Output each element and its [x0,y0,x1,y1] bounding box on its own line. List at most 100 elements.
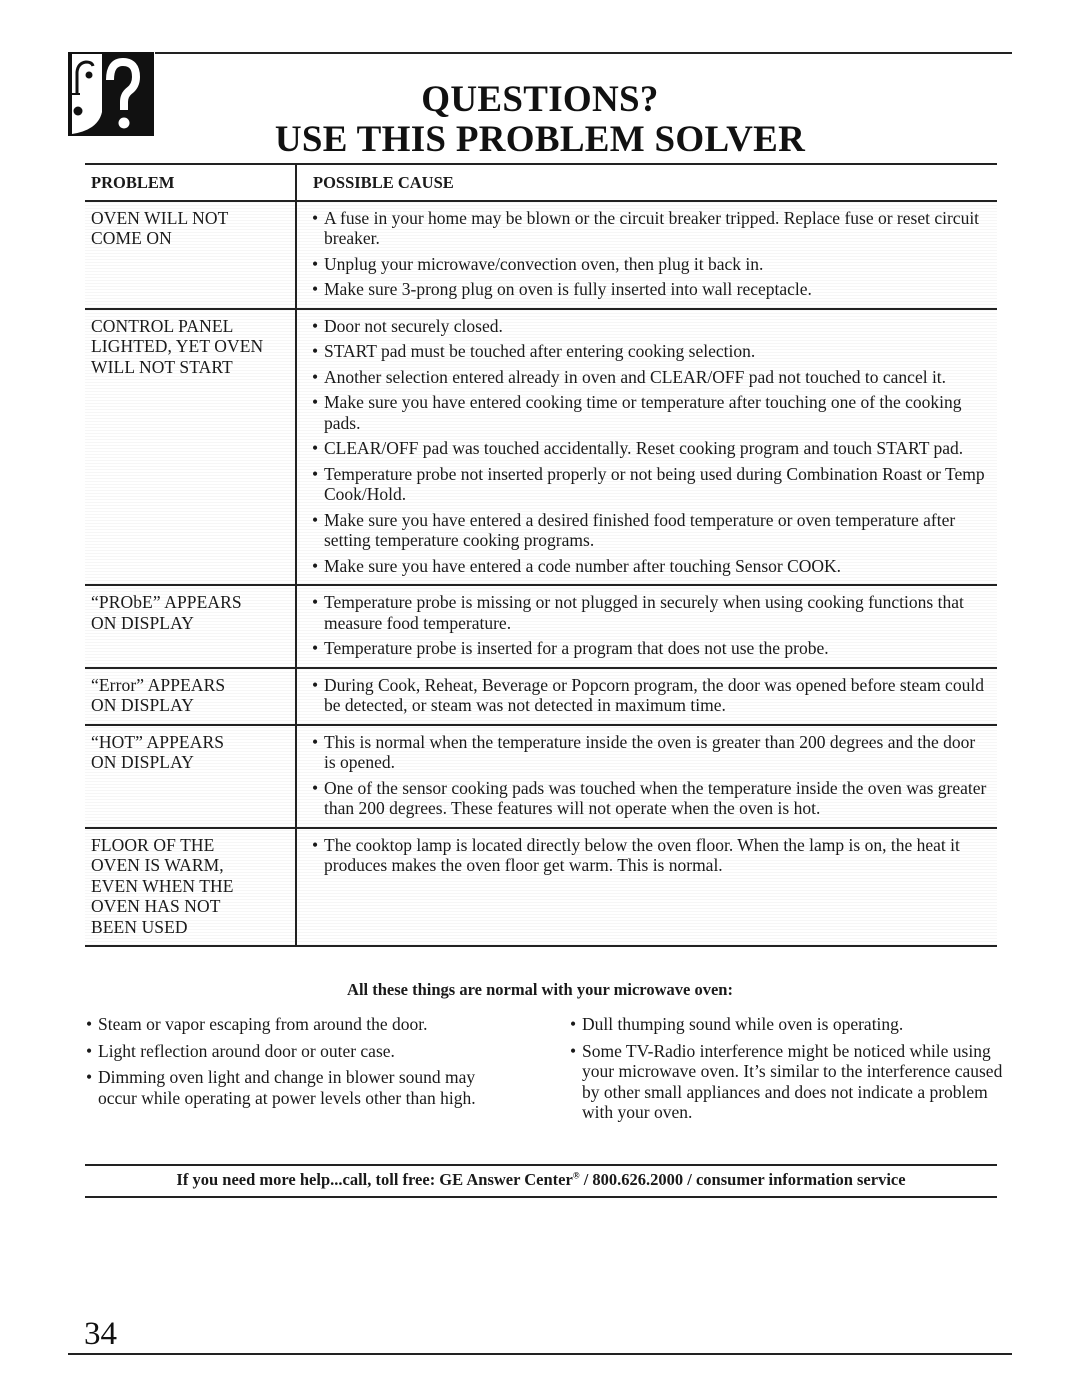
bullet-icon: • [312,592,319,612]
table-row: OVEN WILL NOT COME ON • A fuse in your home… [85,200,997,310]
help-prefix: If you need more help...call, toll free:… [176,1170,573,1189]
question-face-icon [68,52,154,136]
bullet-icon: • [312,777,319,798]
cause-text: Temperature probe not inserted properly … [324,463,985,505]
normal-list-left: • Steam or vapor escaping from around the… [86,1014,506,1114]
column-header-problem: PROBLEM [85,163,297,202]
cause-text: This is normal when the temperature insi… [324,731,976,773]
problem-text: OVEN IS WARM, [91,855,224,875]
cause-item: • A fuse in your home may be blown or the… [312,207,989,249]
problem-text: FLOOR OF THE [91,834,215,855]
bullet-icon: • [312,207,319,228]
cause-cell: • During Cook, Reheat, Beverage or Popcor… [296,667,997,726]
problem-solver-table: PROBLEM POSSIBLE CAUSE OVEN WILL NOT COME… [85,163,997,947]
help-line: If you need more help...call, toll free:… [85,1170,997,1190]
title-line-problem-solver: USE THIS PROBLEM SOLVER [274,119,806,160]
cause-item: • Another selection entered already in ov… [312,366,989,388]
help-suffix: / 800.626.2000 / consumer information se… [579,1170,906,1189]
normal-item: • Light reflection around door or outer c… [86,1041,506,1062]
problem-cell: “Error” APPEARS ON DISPLAY [85,667,297,726]
table-header-row: PROBLEM POSSIBLE CAUSE [85,163,997,202]
bullet-icon: • [312,555,319,576]
problem-text: “HOT” APPEARS [91,731,225,752]
column-header-possible-cause: POSSIBLE CAUSE [296,163,997,202]
cause-text: Make sure you have entered cooking time … [324,392,962,433]
bullet-icon: • [86,1067,93,1087]
problem-text: WILL NOT START [91,356,233,377]
cause-text: Another selection entered already in ove… [324,366,947,387]
normal-item-text: Some TV-Radio interference might be noti… [582,1040,1003,1123]
bullet-icon: • [312,509,319,530]
problem-text: CONTROL PANEL [91,315,234,336]
cause-item: • The cooktop lamp is located directly be… [312,834,989,876]
cause-item: • Door not securely closed. [312,315,989,337]
problem-text: OVEN WILL NOT [91,207,229,228]
problem-text: “PRObE” APPEARS [91,592,242,612]
page-number: 34 [84,1316,117,1352]
bullet-icon: • [312,438,319,458]
table-row: CONTROL PANEL LIGHTED, YET OVEN WILL NOT S… [85,308,997,586]
bullet-icon: • [86,1040,93,1061]
problem-cell: FLOOR OF THE OVEN IS WARM, EVEN WHEN THE OV… [85,827,297,947]
cause-item: • Make sure 3-prong plug on oven is fully… [312,279,989,300]
cause-text: Make sure 3-prong plug on oven is fully … [324,279,812,299]
problem-text: “Error” APPEARS [91,674,226,695]
cause-cell: • This is normal when the temperature ins… [296,724,997,829]
problem-text: EVEN WHEN THE [91,875,234,896]
cause-text: Unplug your microwave/convection oven, t… [324,253,764,274]
cause-text: Door not securely closed. [324,315,503,336]
bullet-icon: • [312,279,319,299]
problem-text: ON DISPLAY [91,695,194,715]
cause-text: Make sure you have entered a code number… [324,555,842,576]
cause-cell: • Door not securely closed. • START pad mus… [296,308,997,586]
problem-text: OVEN HAS NOT [91,896,221,916]
cause-cell: • A fuse in your home may be blown or the… [296,200,997,310]
table-row: “Error” APPEARS ON DISPLAY • During Cook, R… [85,667,997,726]
top-rule [155,52,1012,54]
registered-mark: ® [572,1170,580,1181]
cause-item: • Temperature probe is missing or not plu… [312,592,989,633]
title-line-questions: QUESTIONS? [421,79,659,120]
cause-text: START pad must be touched after entering… [324,341,756,361]
cause-text: Temperature probe is missing or not plug… [324,592,964,633]
problem-text: ON DISPLAY [91,612,194,633]
table-row: FLOOR OF THE OVEN IS WARM, EVEN WHEN THE OV… [85,827,997,947]
problem-text: BEEN USED [91,916,188,937]
cause-item: • Temperature probe is inserted for a pro… [312,638,989,659]
divider [85,1164,997,1166]
cause-cell: • The cooktop lamp is located directly be… [296,827,997,947]
problem-cell: “PRObE” APPEARS ON DISPLAY [85,585,297,669]
cause-text: During Cook, Reheat, Beverage or Popcorn… [324,674,984,716]
bullet-icon: • [570,1014,577,1034]
cause-text: CLEAR/OFF pad was touched accidentally. … [324,438,964,458]
cause-item: • Make sure you have entered cooking time… [312,392,989,433]
cause-item: • Temperature probe not inserted properly… [312,463,989,505]
table-row: “HOT” APPEARS ON DISPLAY • This is normal w… [85,724,997,829]
problem-cell: CONTROL PANEL LIGHTED, YET OVEN WILL NOT S… [85,308,297,586]
cause-text: The cooktop lamp is located directly bel… [324,834,960,876]
normal-item-text: Light reflection around door or outer ca… [98,1040,395,1061]
table-row: “PRObE” APPEARS ON DISPLAY • Temperature pr… [85,585,997,669]
bullet-icon: • [86,1014,93,1034]
problem-cell: OVEN WILL NOT COME ON [85,200,297,310]
bullet-icon: • [312,674,319,695]
problem-cell: “HOT” APPEARS ON DISPLAY [85,724,297,829]
cause-text: A fuse in your home may be blown or the … [324,207,980,249]
divider [85,1196,997,1198]
normal-things-heading: All these things are normal with your mi… [347,980,733,999]
bullet-icon: • [312,341,319,361]
cause-item: • Make sure you have entered a code numbe… [312,555,989,577]
cause-text: One of the sensor cooking pads was touch… [324,777,987,819]
cause-item: • During Cook, Reheat, Beverage or Popcor… [312,674,989,716]
bullet-icon: • [312,392,319,412]
cause-text: Temperature probe is inserted for a prog… [324,638,829,658]
bullet-icon: • [570,1040,577,1061]
page-title: QUESTIONS? USE THIS PROBLEM SOLVER [180,80,900,160]
bullet-icon: • [312,315,319,336]
normal-item: • Steam or vapor escaping from around the… [86,1014,506,1035]
bullet-icon: • [312,638,319,658]
problem-text: COME ON [91,228,172,248]
bullet-icon: • [312,731,319,752]
problem-text: ON DISPLAY [91,752,194,772]
cause-cell: • Temperature probe is missing or not plu… [296,585,997,669]
